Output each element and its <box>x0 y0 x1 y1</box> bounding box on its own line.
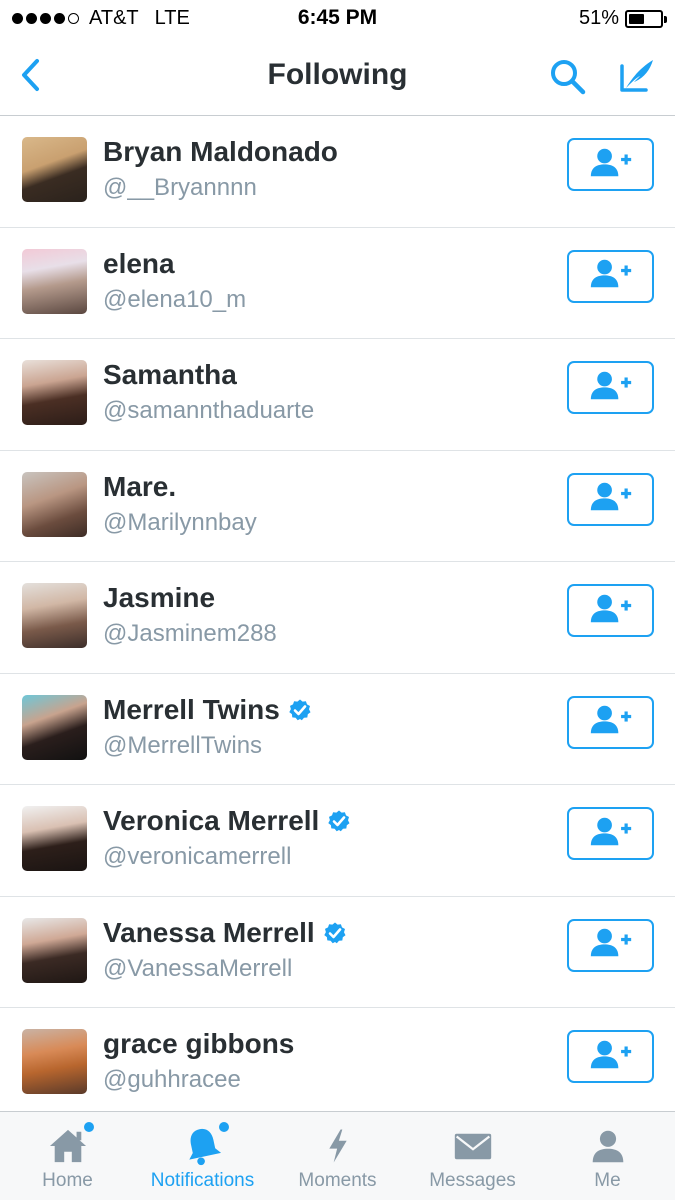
notification-dot <box>218 1122 229 1132</box>
add-user-icon <box>589 369 633 407</box>
follow-button[interactable] <box>567 138 654 191</box>
verified-badge-icon <box>323 921 347 945</box>
tab-bar: Home Notifications Moments Messages Me <box>0 1111 675 1200</box>
user-handle: @MerrellTwins <box>103 731 263 759</box>
user-name-line: grace gibbons <box>103 1028 294 1060</box>
user-name: Merrell Twins <box>103 693 280 725</box>
tab-home[interactable]: Home <box>0 1112 135 1200</box>
notification-dot <box>83 1122 94 1132</box>
follow-button[interactable] <box>567 249 654 303</box>
user-name-line: Merrell Twins <box>103 694 312 726</box>
person-icon <box>584 1126 632 1166</box>
user-name: Samantha <box>103 359 237 390</box>
search-icon <box>551 60 586 95</box>
add-user-icon <box>589 592 633 630</box>
avatar[interactable] <box>22 806 87 871</box>
verified-badge-icon <box>288 698 312 722</box>
nav-bar: Following <box>0 38 675 116</box>
user-name-line: Vanessa Merrell <box>103 917 347 949</box>
tab-label: Notifications <box>150 1170 255 1191</box>
user-handle: @__Bryannnn <box>103 174 257 201</box>
avatar[interactable] <box>22 1029 87 1094</box>
user-name-line: elena <box>103 248 175 280</box>
user-name-line: Veronica Merrell <box>103 805 351 837</box>
user-name: Jasmine <box>103 582 216 613</box>
compose-icon <box>620 60 653 92</box>
avatar[interactable] <box>22 248 87 314</box>
tab-moments[interactable]: Moments <box>270 1112 405 1200</box>
add-user-icon <box>589 926 633 964</box>
add-user-icon <box>589 480 633 518</box>
user-handle: @elena10_m <box>103 285 247 313</box>
avatar[interactable] <box>22 360 87 425</box>
search-button[interactable] <box>545 54 591 100</box>
user-name: Bryan Maldonado <box>103 136 338 167</box>
tab-messages[interactable]: Messages <box>405 1112 540 1200</box>
avatar[interactable] <box>22 137 87 202</box>
add-user-icon <box>589 146 633 184</box>
follow-button[interactable] <box>567 918 654 972</box>
follow-button[interactable] <box>567 361 654 414</box>
envelope-icon <box>449 1126 497 1166</box>
home-icon <box>44 1122 94 1166</box>
user-handle: @guhhracee <box>103 1066 241 1093</box>
tab-label: Moments <box>298 1170 377 1191</box>
user-row[interactable]: Jasmine @Jasminem288 <box>0 562 675 674</box>
avatar[interactable] <box>22 583 87 648</box>
user-handle: @Marilynnbay <box>103 508 257 536</box>
status-bar: AT&T LTE 6:45 PM 51% <box>0 0 675 38</box>
user-name: elena <box>103 247 175 279</box>
add-user-icon <box>589 815 633 853</box>
add-user-icon <box>589 703 633 741</box>
user-handle: @VanessaMerrell <box>103 954 293 982</box>
tab-notifications[interactable]: Notifications <box>135 1112 270 1200</box>
user-row[interactable]: grace gibbons @guhhracee <box>0 1008 675 1120</box>
user-row[interactable]: Veronica Merrell @veronicamerrell <box>0 785 675 897</box>
user-name: Veronica Merrell <box>103 805 320 836</box>
tab-label: Home <box>42 1170 93 1191</box>
user-name-line: Jasmine <box>103 582 215 614</box>
user-row[interactable]: Samantha @samannthaduarte <box>0 339 675 451</box>
user-name-line: Bryan Maldonado <box>103 136 338 168</box>
avatar[interactable] <box>22 471 87 537</box>
add-user-icon <box>589 1038 633 1076</box>
user-row[interactable]: Mare. @Marilynnbay <box>0 451 675 562</box>
following-list: Bryan Maldonado @__Bryannnnelena @elena10_… <box>0 116 675 1120</box>
tab-label: Me <box>594 1170 621 1191</box>
tab-me[interactable]: Me <box>540 1112 675 1200</box>
battery-status: 51% <box>578 7 667 30</box>
follow-button[interactable] <box>567 695 654 749</box>
follow-button[interactable] <box>567 584 654 637</box>
add-user-icon <box>589 257 633 295</box>
compose-button[interactable] <box>612 52 660 100</box>
follow-button[interactable] <box>567 1030 654 1083</box>
user-row[interactable]: Vanessa Merrell @VanessaMerrell <box>0 897 675 1008</box>
user-row[interactable]: elena @elena10_m <box>0 228 675 339</box>
user-handle: @veronicamerrell <box>103 843 292 870</box>
user-name: Vanessa Merrell <box>103 916 315 948</box>
tab-label: Messages <box>429 1170 516 1191</box>
user-row[interactable]: Merrell Twins @MerrellTwins <box>0 674 675 785</box>
status-time: 6:45 PM <box>297 6 378 29</box>
user-handle: @samannthaduarte <box>103 397 315 424</box>
verified-badge-icon <box>327 809 351 833</box>
battery-icon <box>625 9 667 28</box>
lightning-icon <box>314 1126 362 1166</box>
user-name: grace gibbons <box>103 1028 295 1059</box>
avatar[interactable] <box>22 917 87 983</box>
user-name-line: Samantha <box>103 359 237 391</box>
follow-button[interactable] <box>567 472 654 526</box>
bell-icon <box>179 1122 229 1166</box>
user-name-line: Mare. <box>103 471 176 503</box>
follow-button[interactable] <box>567 807 654 860</box>
user-handle: @Jasminem288 <box>103 620 277 647</box>
user-row[interactable]: Bryan Maldonado @__Bryannnn <box>0 116 675 228</box>
battery-percent: 51% <box>578 7 619 29</box>
user-name: Mare. <box>103 470 177 502</box>
avatar[interactable] <box>22 694 87 760</box>
